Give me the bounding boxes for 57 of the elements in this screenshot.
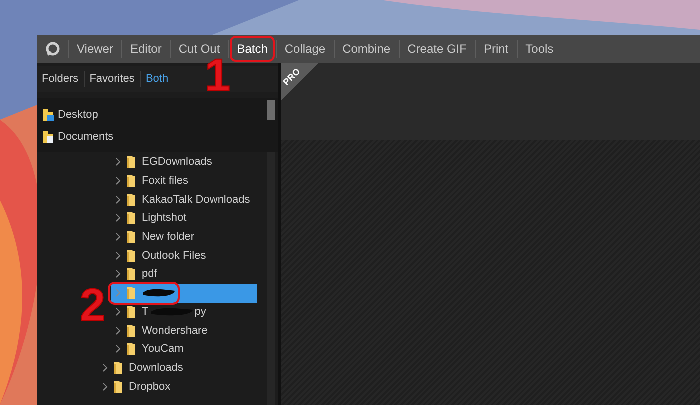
menu-tab[interactable]: Editor (123, 36, 169, 62)
panel-tab[interactable]: Both (140, 71, 174, 87)
folder-name[interactable]: T (142, 306, 149, 318)
pinned-folder-item[interactable]: Documents (58, 131, 114, 143)
chevron-icon[interactable] (116, 345, 121, 354)
folder-icon (127, 267, 135, 282)
menu-tab[interactable]: Viewer (70, 36, 120, 62)
folder-icon (127, 286, 135, 300)
selected-row[interactable] (111, 284, 257, 302)
folder-icon (127, 174, 135, 188)
chevron-icon[interactable] (116, 158, 121, 166)
folder-icon (127, 211, 135, 226)
folder-icon (114, 380, 122, 394)
chevron-icon[interactable] (116, 214, 121, 222)
folder-icon (127, 324, 135, 338)
menu-tab[interactable]: Combine (336, 36, 398, 62)
panel-tab[interactable]: Favorites (84, 71, 140, 87)
chevron-icon[interactable] (116, 326, 121, 335)
folder-icon (127, 230, 135, 244)
scrollbar-thumb[interactable] (267, 100, 275, 120)
folder-name[interactable]: pdf (142, 268, 158, 280)
folder-icon (127, 192, 135, 207)
documents-folder-icon (42, 130, 54, 144)
chevron-icon[interactable] (116, 252, 121, 260)
folder-name[interactable]: Lightshot (142, 212, 187, 224)
folder-name[interactable]: Foxit files (142, 175, 188, 188)
app-logo-icon[interactable] (45, 41, 61, 57)
menu-tab[interactable]: Create GIF (400, 36, 474, 62)
panel-tab[interactable]: Folders (37, 71, 84, 87)
folder-name[interactable]: KakaoTalk Downloads (142, 194, 250, 206)
chevron-icon[interactable] (103, 382, 108, 391)
chevron-icon[interactable] (116, 308, 121, 316)
menu-tab[interactable]: Print (476, 36, 516, 62)
folder-name[interactable]: EGDownloads (142, 156, 212, 168)
chevron-icon[interactable] (116, 177, 121, 186)
folder-icon (114, 360, 122, 375)
folder-icon (127, 155, 135, 170)
chevron-icon[interactable] (116, 196, 121, 204)
chevron-icon[interactable] (116, 270, 121, 278)
annotation-number: 1 (205, 52, 231, 98)
desktop-folder-icon (42, 108, 54, 122)
folder-name[interactable]: Outlook Files (142, 250, 206, 262)
folder-name[interactable]: Downloads (129, 362, 184, 374)
folder-name[interactable]: New folder (142, 231, 195, 244)
folder-name[interactable]: YouCam (142, 343, 184, 356)
menu-tab[interactable]: Collage (278, 36, 333, 62)
folder-name[interactable]: Dropbox (129, 380, 171, 393)
folder-icon (127, 304, 135, 319)
annotation-number: 2 (80, 282, 106, 328)
folder-name[interactable]: Wondershare (142, 324, 208, 337)
folder-icon (127, 248, 135, 263)
menu-tab[interactable]: Tools (518, 36, 561, 62)
chevron-icon[interactable] (116, 233, 121, 242)
pinned-folder-item[interactable]: Desktop (58, 109, 98, 121)
folder-name[interactable]: py (194, 306, 206, 318)
folder-icon (127, 342, 135, 356)
chevron-icon[interactable] (103, 364, 108, 372)
